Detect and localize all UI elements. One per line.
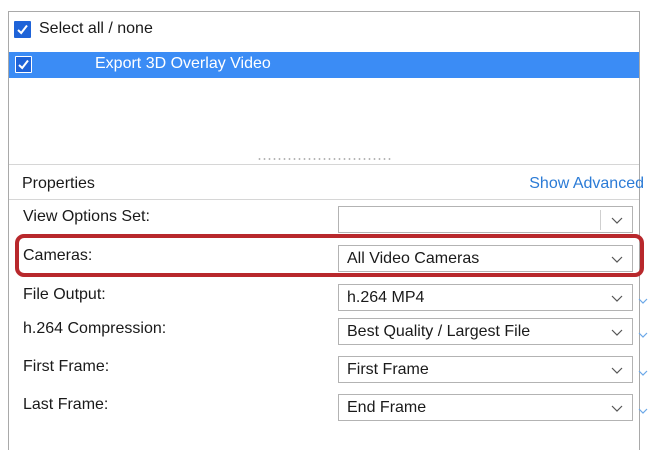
last-frame-combobox[interactable]: End Frame [338,394,633,421]
cameras-combobox[interactable]: All Video Cameras [338,245,633,272]
combobox-value: All Video Cameras [347,250,480,267]
chevron-down-icon[interactable] [610,365,624,375]
combobox-value: First Frame [347,361,429,378]
property-row-last-frame: Last Frame: End Frame [9,394,648,424]
show-advanced-link[interactable]: Show Advanced [529,175,644,193]
select-all-checkbox[interactable] [14,21,31,38]
task-item-export-3d-overlay-video[interactable]: Export 3D Overlay Video [9,52,639,78]
chevron-down-icon[interactable] [610,403,624,413]
combobox-separator [600,210,601,230]
h264-compression-combobox[interactable]: Best Quality / Largest File [338,318,633,345]
property-label: h.264 Compression: [23,320,167,337]
pane-splitter[interactable] [9,155,639,164]
view-options-set-combobox[interactable] [338,206,633,233]
property-label: First Frame: [23,358,110,375]
checkmark-icon [18,59,29,70]
chevron-down-icon [638,332,648,338]
chevron-down-icon[interactable] [610,293,624,303]
property-label: Cameras: [23,247,93,264]
select-all-row[interactable]: Select all / none [8,16,628,40]
property-row-cameras: Cameras: All Video Cameras [9,245,639,275]
task-item-checkbox[interactable] [15,56,32,73]
property-row-view-options-set: View Options Set: [9,206,639,236]
combobox-value: Best Quality / Largest File [347,323,531,340]
splitter-grip [257,158,393,160]
chevron-down-icon [638,370,648,376]
chevron-down-icon[interactable] [610,327,624,337]
properties-title: Properties [22,175,95,192]
chevron-down-icon[interactable] [610,215,624,225]
combobox-value: h.264 MP4 [347,289,425,306]
property-row-h264-compression: h.264 Compression: Best Quality / Larges… [9,318,648,348]
combobox-value: End Frame [347,399,427,416]
property-row-first-frame: First Frame: First Frame [9,356,648,386]
task-item-label: Export 3D Overlay Video [95,55,271,72]
select-all-label: Select all / none [39,20,153,37]
property-row-file-output: File Output: h.264 MP4 [9,284,648,314]
chevron-down-icon [638,408,648,414]
properties-header: Properties Show Advanced [9,164,644,200]
property-label: View Options Set: [23,208,150,225]
chevron-down-icon[interactable] [610,254,624,264]
chevron-down-icon [638,298,648,304]
first-frame-combobox[interactable]: First Frame [338,356,633,383]
property-label: Last Frame: [23,396,109,413]
file-output-combobox[interactable]: h.264 MP4 [338,284,633,311]
property-label: File Output: [23,286,106,303]
checkmark-icon [17,24,28,35]
